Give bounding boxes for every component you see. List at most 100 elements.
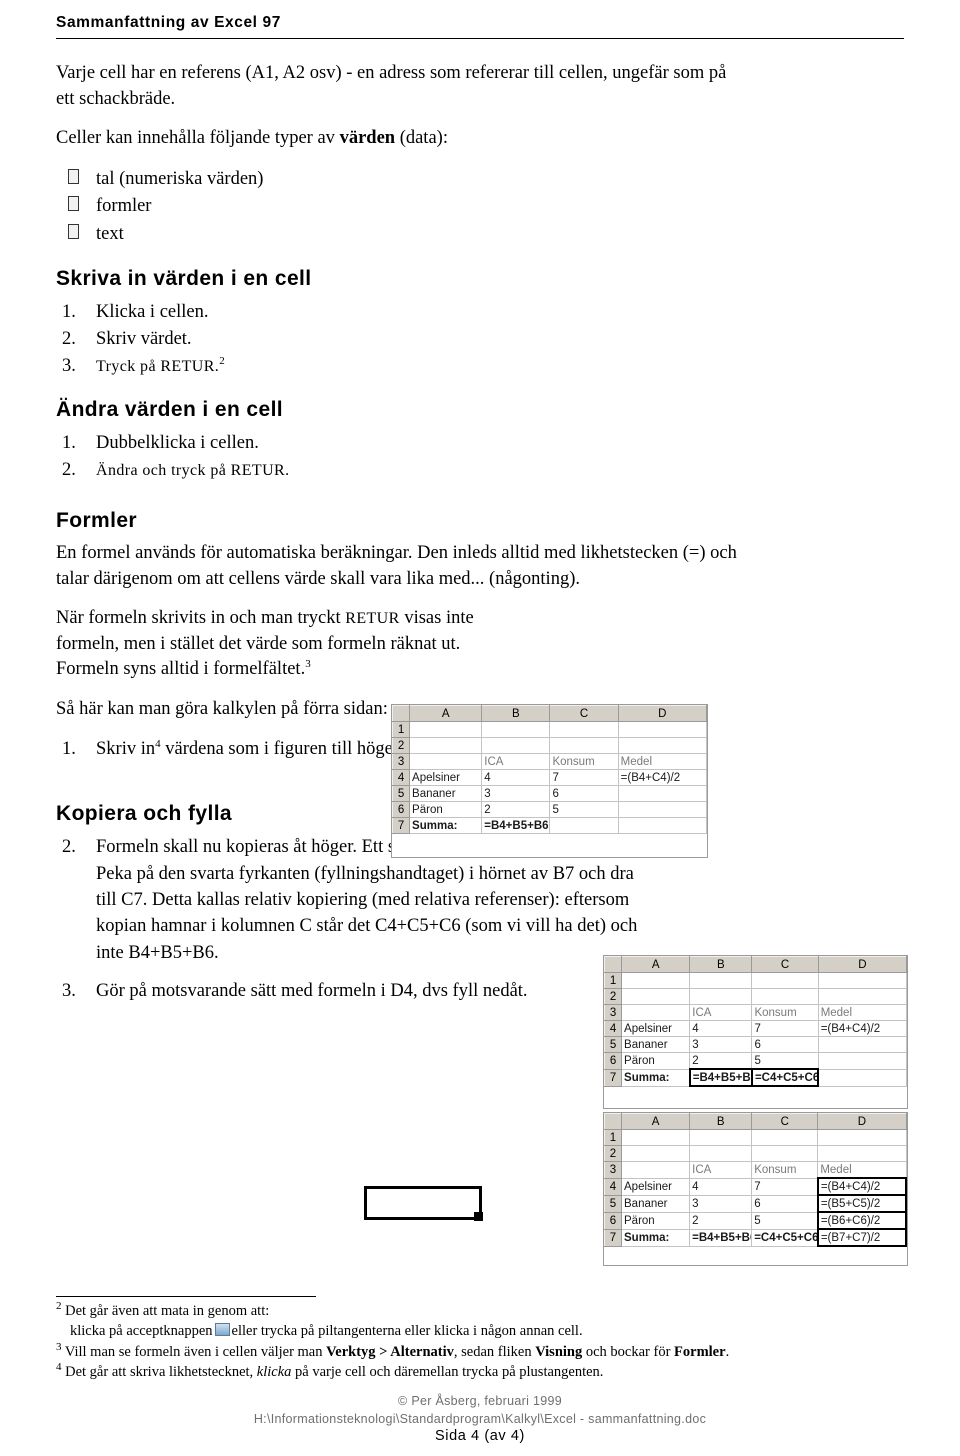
cell: ICA (689, 1161, 753, 1179)
column-header: C (751, 956, 819, 973)
formler-p2-a: När formeln skrivits in och man tryckt (56, 608, 346, 629)
cell: Päron (621, 1211, 691, 1230)
footnote-text-c: , sedan fliken (453, 1343, 536, 1360)
cell (481, 737, 551, 754)
cell (617, 721, 708, 738)
table-row: 1 (391, 721, 708, 738)
cell: Summa: (621, 1228, 691, 1247)
table-row: 5 Bananer 3 6 (603, 1036, 908, 1053)
table-row: 6 Päron 2 5 (391, 801, 708, 818)
page-header: Sammanfattning av Excel 97 (56, 0, 904, 32)
footnotes-block: 2 Det går även att mata in genom att: kl… (56, 1301, 904, 1383)
row-header: 3 (603, 1004, 623, 1021)
fill-handle-illustration (364, 1186, 482, 1220)
footnote-text: Det går även att mata in genom att: (65, 1303, 270, 1319)
cell (549, 721, 619, 738)
cell: 7 (751, 1177, 819, 1196)
cell-selected: =(B5+C5)/2 (816, 1194, 908, 1213)
footnote-menu-path: Verktyg > Alternativ (326, 1343, 454, 1360)
list-item: 2. Skriv värdet. (56, 326, 904, 352)
list-item: 3. Tryck på RETUR.2 (56, 353, 904, 379)
cell: 7 (549, 769, 619, 786)
row-header: 7 (603, 1228, 623, 1247)
row-header: 5 (603, 1194, 623, 1213)
column-header: B (481, 705, 551, 722)
cell: Apelsiner (409, 769, 483, 786)
footnote-number: 3 (56, 1340, 62, 1353)
list-item-number: 2. (62, 459, 76, 480)
fill-handle-square-icon (474, 1212, 483, 1221)
list-item: 2. Ändra och tryck på RETUR. (56, 457, 904, 483)
list-item-number: 2. (62, 329, 76, 350)
cell: 2 (689, 1052, 753, 1070)
cell (689, 1145, 753, 1162)
footnote-text-g: . (725, 1343, 730, 1360)
table-row: 7 Summa: =B4+B5+B6 =C4+C5+C6 =(B7+C7)/2 (603, 1228, 908, 1247)
row-header: 7 (391, 817, 411, 834)
cell: 5 (751, 1052, 819, 1070)
list-item-label: Gör på motsvarande sätt med formeln i D4… (96, 980, 528, 1001)
table-row: 4 Apelsiner 4 7 =(B4+C4)/2 (603, 1177, 908, 1196)
list-item: 1. Skriv in4 värdena som i figuren till h… (56, 736, 436, 762)
row-header: 1 (603, 1129, 623, 1146)
cell (689, 1129, 753, 1146)
row-header: 3 (391, 753, 411, 770)
row-header: 4 (603, 1177, 623, 1196)
cell: =C4+C5+C6 (751, 1228, 819, 1247)
cell: 6 (549, 785, 619, 802)
column-header: D (617, 705, 708, 722)
cell (621, 1004, 691, 1021)
list-item-label: Ändra och tryck på RETUR. (96, 461, 290, 479)
table-row: 3 ICA Konsum Medel (603, 1161, 907, 1179)
bullet-square-icon (68, 224, 79, 240)
cell: =(B4+C4)/2 (817, 1020, 908, 1037)
corner-cell (603, 956, 623, 973)
table-row: 1 (603, 972, 908, 989)
list-item-number: 3. (62, 356, 76, 377)
section-heading-skriva: Skriva in värden i en cell (56, 266, 312, 290)
cell: Medel (617, 753, 708, 770)
footnote-number: 4 (56, 1361, 62, 1374)
cell: Summa: (409, 817, 483, 834)
column-header: D (817, 1113, 907, 1130)
list-item-number: 1. (62, 739, 76, 760)
cell: 4 (481, 769, 551, 786)
cell: Medel (817, 1004, 908, 1021)
cell (621, 1129, 691, 1146)
list-item: text (56, 221, 904, 249)
footnote-text-a: klicka på acceptknappen (70, 1323, 213, 1340)
header-divider (56, 38, 904, 39)
row-header: 6 (603, 1211, 623, 1230)
cell (621, 1161, 691, 1179)
table-header-row: A B C D (391, 705, 708, 722)
footnote-option-name: Formler (674, 1343, 726, 1360)
cell: Päron (409, 801, 483, 818)
types-lead-paragraph: Celler kan innehålla följande typer av v… (56, 126, 746, 152)
cell (617, 801, 708, 818)
cell (689, 972, 753, 989)
cell (409, 721, 483, 738)
list-item: 1. Klicka i cellen. (56, 299, 904, 325)
cell-selected: =B4+B5+B6 (688, 1068, 753, 1087)
footnote-text-e: och bockar för (582, 1343, 675, 1360)
table-row: 3 ICA Konsum Medel (391, 753, 708, 770)
column-header: C (751, 1113, 819, 1130)
formler-p3-text: Så här kan man göra kalkylen på förra si… (56, 698, 388, 719)
cell (817, 1036, 908, 1053)
table-row: 2 (603, 988, 908, 1005)
formler-steps-list: 1. Skriv in4 värdena som i figuren till h… (56, 736, 436, 762)
footer-filepath: H:\Informationsteknologi\Standardprogram… (253, 1412, 707, 1427)
table-row: 6 Päron 2 5 (603, 1052, 908, 1070)
list-item: 1. Dubbelklicka i cellen. (56, 430, 904, 456)
footnote-text-a: Vill man se formeln även i cellen väljer… (64, 1343, 327, 1360)
column-header: B (689, 956, 753, 973)
table-row: 7 Summa: =B4+B5+B6 =C4+C5+C6 (603, 1068, 908, 1087)
page-footer: © Per Åsberg, februari 1999 H:\Informati… (0, 1392, 960, 1428)
kopiera-steps-list: 2. Formeln skall nu kopieras åt höger. Et… (56, 834, 656, 1004)
figure-spreadsheet-3: A B C D 1 2 3 ICA Konsum Medel 4 Apelsin… (603, 1112, 908, 1266)
row-header: 6 (603, 1052, 623, 1070)
cell (617, 817, 708, 834)
footnote-text-b: eller trycka på piltangenterna eller kli… (231, 1323, 583, 1340)
skriva-steps-list: 1. Klicka i cellen. 2. Skriv värdet. 3. Try… (56, 299, 904, 380)
cell (621, 988, 691, 1005)
